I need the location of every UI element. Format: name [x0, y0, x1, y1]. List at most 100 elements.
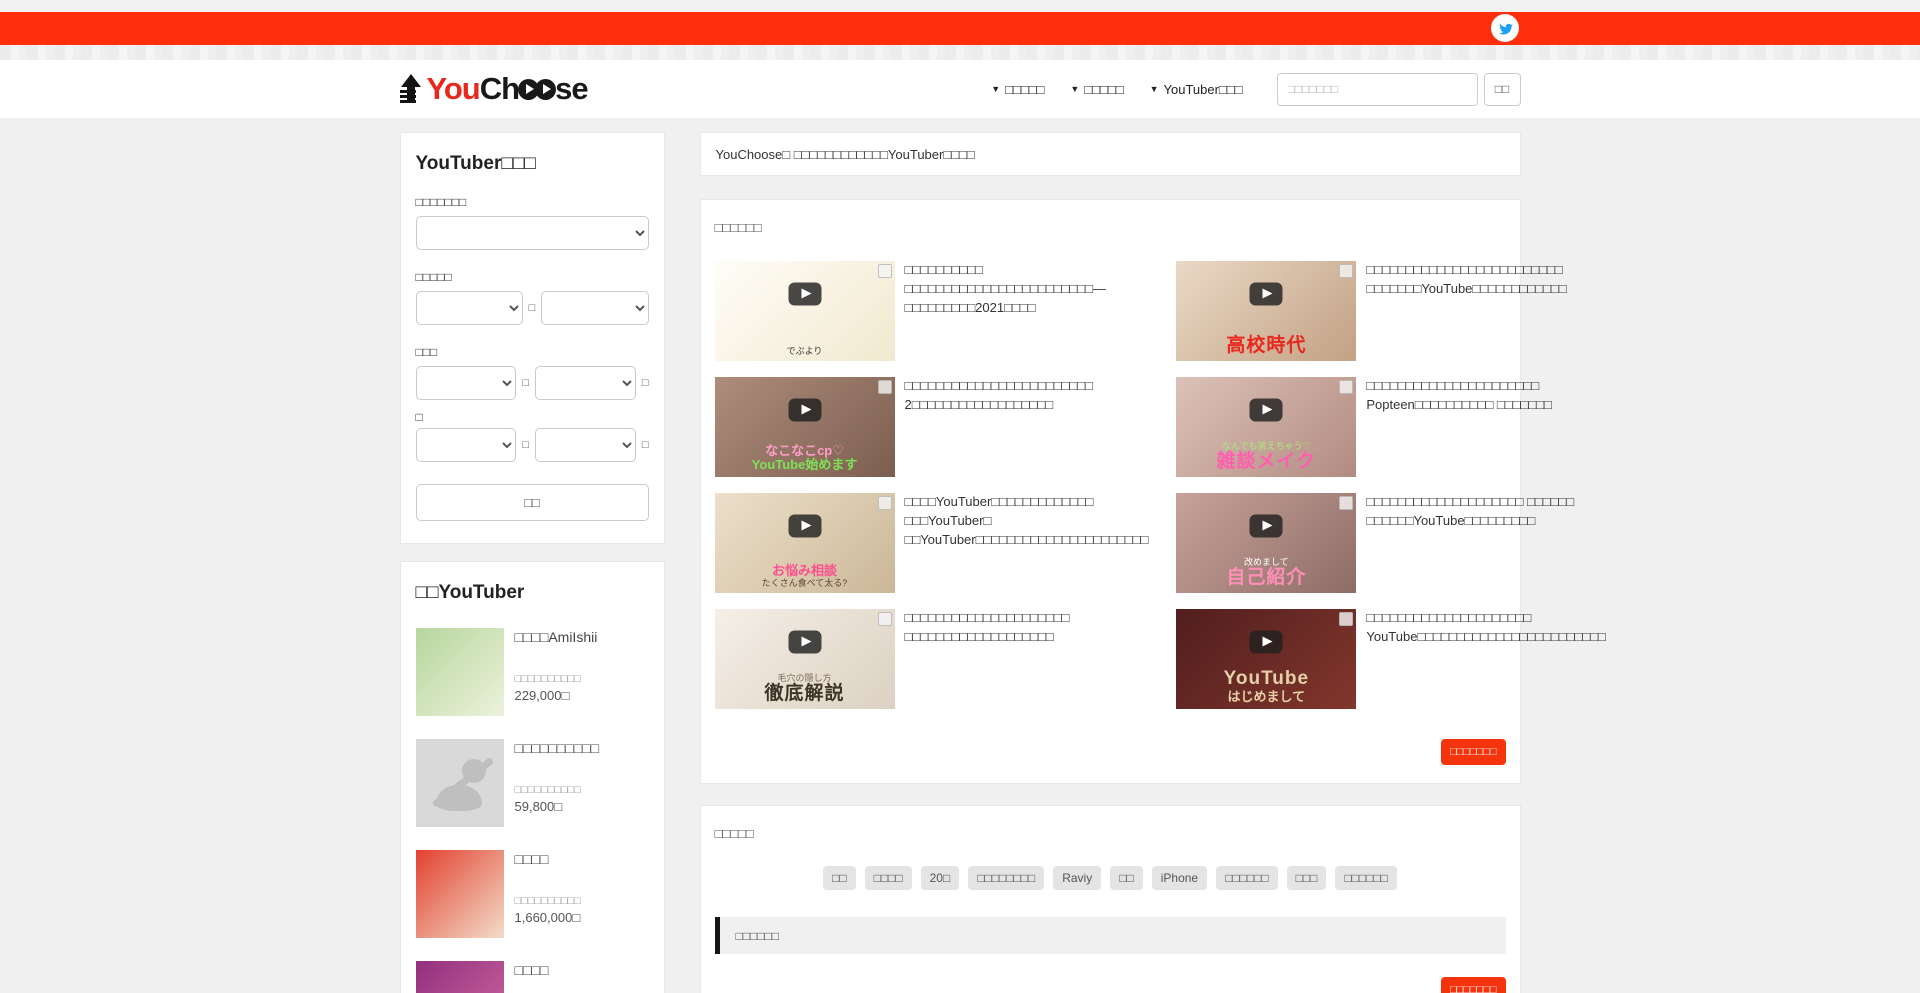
subscriber-count: 1,660,000□ — [515, 910, 581, 925]
video-thumbnail[interactable]: なこなこcp♡YouTube始めます — [715, 377, 895, 477]
period-start-month-select[interactable] — [535, 366, 636, 400]
video-item: 毛穴の隠し方徹底解説 □□□□□□□□□□□□□□□□□□□□□ □□□□□□□… — [715, 609, 1155, 709]
youtuber-name-link[interactable]: □□□□□□□□□□ — [515, 740, 600, 756]
video-thumbnail[interactable]: なんでも答えちゃう♡雑談メイク — [1176, 377, 1356, 477]
featured-youtuber-item: □□□□ □□□□□□□□□□ 1,660,000□ — [416, 850, 649, 938]
tags-more-button[interactable]: □□□□□□□ — [1441, 977, 1506, 993]
thumbnail-caption: はじめまして — [1228, 690, 1306, 704]
external-link-icon — [1339, 496, 1353, 510]
featured-youtuber-panel: □□YouTuber □□□□AmiIshii □□□□□□□□□□ 229,0… — [400, 561, 665, 993]
thumbnail-caption: 高校時代 — [1226, 336, 1306, 356]
external-link-icon — [1339, 612, 1353, 626]
video-thumbnail[interactable]: 高校時代 — [1176, 261, 1356, 361]
tag-chip[interactable]: □□□□□□ — [1216, 866, 1278, 890]
period-start-year-select[interactable] — [416, 366, 517, 400]
period-end-month-select[interactable] — [535, 428, 636, 462]
play-button-icon — [788, 515, 821, 538]
video-description-link[interactable]: □□□□YouTuber□□□□□□□□□□□□□ □□□YouTuber□ □… — [905, 493, 1155, 593]
nav-dropdown-item[interactable]: ▼ YouTuber□□□ — [1150, 82, 1243, 97]
tag-chip[interactable]: □□ — [1110, 866, 1143, 890]
video-description-link[interactable]: □□□□□□□□□□□□□□□□□□□□ □□□□□□ □□□□□□YouTub… — [1366, 493, 1612, 593]
tag-chip[interactable]: Raviy — [1053, 866, 1101, 890]
unit-label: □ — [522, 439, 529, 451]
play-button-icon — [788, 283, 821, 306]
twitter-button[interactable] — [1491, 14, 1519, 42]
caret-down-icon: ▼ — [1150, 84, 1159, 94]
video-description-link[interactable]: □□□□□□□□□□□□□□□□□□□□□□ Popteen□□□□□□□□□□… — [1366, 377, 1612, 477]
subscriber-count: 229,000□ — [515, 688, 598, 703]
tag-chip[interactable]: □□ — [823, 866, 856, 890]
external-link-icon — [1339, 264, 1353, 278]
subscribers-max-select[interactable] — [541, 291, 648, 325]
field-label-subscribers: □□□□□ — [416, 270, 649, 284]
subscribers-min-select[interactable] — [416, 291, 523, 325]
video-description-link[interactable]: □□□□□□□□□□ □□□□□□□□□□□□□□□□□□□□□□□□—□□□□… — [905, 261, 1155, 361]
search-button[interactable]: □□ — [1484, 73, 1521, 106]
header-search: □□ — [1277, 73, 1521, 106]
video-description-link[interactable]: □□□□□□□□□□□□□□□□□□□□□ □□□□□□□□□□□□□□□□□□… — [905, 609, 1155, 709]
videos-more-button[interactable]: □□□□□□□ — [1441, 739, 1506, 765]
video-thumbnail[interactable]: お悩み相談たくさん食べて太る? — [715, 493, 895, 593]
thumbnail-caption: なこなこcp♡ — [765, 444, 844, 458]
external-link-icon — [878, 380, 892, 394]
youtuber-avatar[interactable] — [416, 739, 504, 827]
video-thumbnail[interactable]: 改めまして自己紹介 — [1176, 493, 1356, 593]
watermark-band — [0, 45, 1920, 60]
video-item: 高校時代 □□□□□□□□□□□□□□□□□□□□□□□□□ □□□□□□□Yo… — [1176, 261, 1612, 361]
thumbnail-caption: 改めまして — [1244, 558, 1289, 567]
period-end-year-select[interactable] — [416, 428, 517, 462]
finder-search-button[interactable]: □□ — [416, 484, 649, 521]
thumbnail-caption: 徹底解説 — [764, 684, 844, 704]
video-description-link[interactable]: □□□□□□□□□□□□□□□□□□□□□□□□□ □□□□□□□YouTube… — [1366, 261, 1612, 361]
youtuber-name-link[interactable]: □□□□ — [515, 851, 581, 867]
youtuber-name-link[interactable]: □□□□AmiIshii — [515, 629, 598, 645]
video-item: なこなこcp♡YouTube始めます □□□□□□□□□□□□□□□□□□□□□… — [715, 377, 1155, 477]
youtuber-avatar[interactable] — [416, 961, 504, 993]
nav-dropdown-item[interactable]: ▼ □□□□□ — [1070, 82, 1123, 97]
intro-bar: YouChoose□ □□□□□□□□□□□□YouTuber□□□□ — [700, 132, 1521, 176]
video-thumbnail[interactable]: YouTubeはじめまして — [1176, 609, 1356, 709]
video-thumbnail[interactable]: 毛穴の隠し方徹底解説 — [715, 609, 895, 709]
play-button-icon — [1250, 399, 1283, 422]
youtuber-name-link[interactable]: □□□□ — [515, 962, 581, 978]
tag-chip[interactable]: □□□□□□□□ — [968, 866, 1044, 890]
unit-label: □ — [642, 377, 649, 389]
nav-item-label: □□□□□ — [1005, 82, 1044, 97]
youtuber-avatar[interactable] — [416, 628, 504, 716]
sidebar: YouTuber□□□ □□□□□□□ □□□□□ □ □□□ □ □ □ □ — [400, 132, 665, 993]
tag-chip[interactable]: □□□□ — [865, 866, 912, 890]
thumbnail-caption: YouTube始めます — [752, 458, 858, 472]
tags-note-bar: □□□□□□ — [715, 917, 1506, 954]
subscriber-stat-label: □□□□□□□□□□ — [515, 673, 598, 685]
videos-section: □□□□□□ でぶより □□□□□□□□□□ □□□□□□□□□□□□□□□□□… — [700, 199, 1521, 784]
tag-chip[interactable]: 20□ — [921, 866, 960, 890]
tags-section: □□□□□ □□□□□□20□□□□□□□□□Raviy□□iPhone□□□□… — [700, 805, 1521, 993]
play-button-icon — [788, 631, 821, 654]
play-button-icon — [1250, 283, 1283, 306]
site-header: YouChse ▼ □□□□□ ▼ □□□□□ ▼ YouTuber□□□ □□ — [0, 60, 1920, 118]
video-description-link[interactable]: □□□□□□□□□□□□□□□□□□□□□ YouTube□□□□□□□□□□□… — [1366, 609, 1612, 709]
video-item: YouTubeはじめまして □□□□□□□□□□□□□□□□□□□□□ YouT… — [1176, 609, 1612, 709]
youtuber-avatar[interactable] — [416, 850, 504, 938]
intro-text: YouChoose□ □□□□□□□□□□□□YouTuber□□□□ — [716, 147, 975, 162]
video-item: 改めまして自己紹介 □□□□□□□□□□□□□□□□□□□□ □□□□□□ □□… — [1176, 493, 1612, 593]
tag-chip[interactable]: □□□□□□ — [1335, 866, 1397, 890]
tag-chip[interactable]: □□□ — [1287, 866, 1327, 890]
external-link-icon — [878, 264, 892, 278]
external-link-icon — [1339, 380, 1353, 394]
nav-item-label: YouTuber□□□ — [1164, 82, 1243, 97]
video-description-link[interactable]: □□□□□□□□□□□□□□□□□□□□□□□□ 2□□□□□□□□□□□□□□… — [905, 377, 1155, 477]
caret-down-icon: ▼ — [991, 84, 1000, 94]
video-thumbnail[interactable]: でぶより — [715, 261, 895, 361]
tag-chip[interactable]: iPhone — [1152, 866, 1207, 890]
site-logo[interactable]: YouChse — [400, 71, 588, 107]
thumbnail-caption: たくさん食べて太る? — [762, 579, 848, 588]
category-select[interactable] — [416, 216, 649, 250]
thumbnail-caption: お悩み相談 — [772, 564, 837, 578]
nav-dropdown-item[interactable]: ▼ □□□□□ — [991, 82, 1044, 97]
unit-label: □ — [522, 377, 529, 389]
search-input[interactable] — [1277, 73, 1478, 106]
caret-down-icon: ▼ — [1070, 84, 1079, 94]
play-button-icon — [788, 399, 821, 422]
youtuber-finder-panel: YouTuber□□□ □□□□□□□ □□□□□ □ □□□ □ □ □ □ — [400, 132, 665, 544]
